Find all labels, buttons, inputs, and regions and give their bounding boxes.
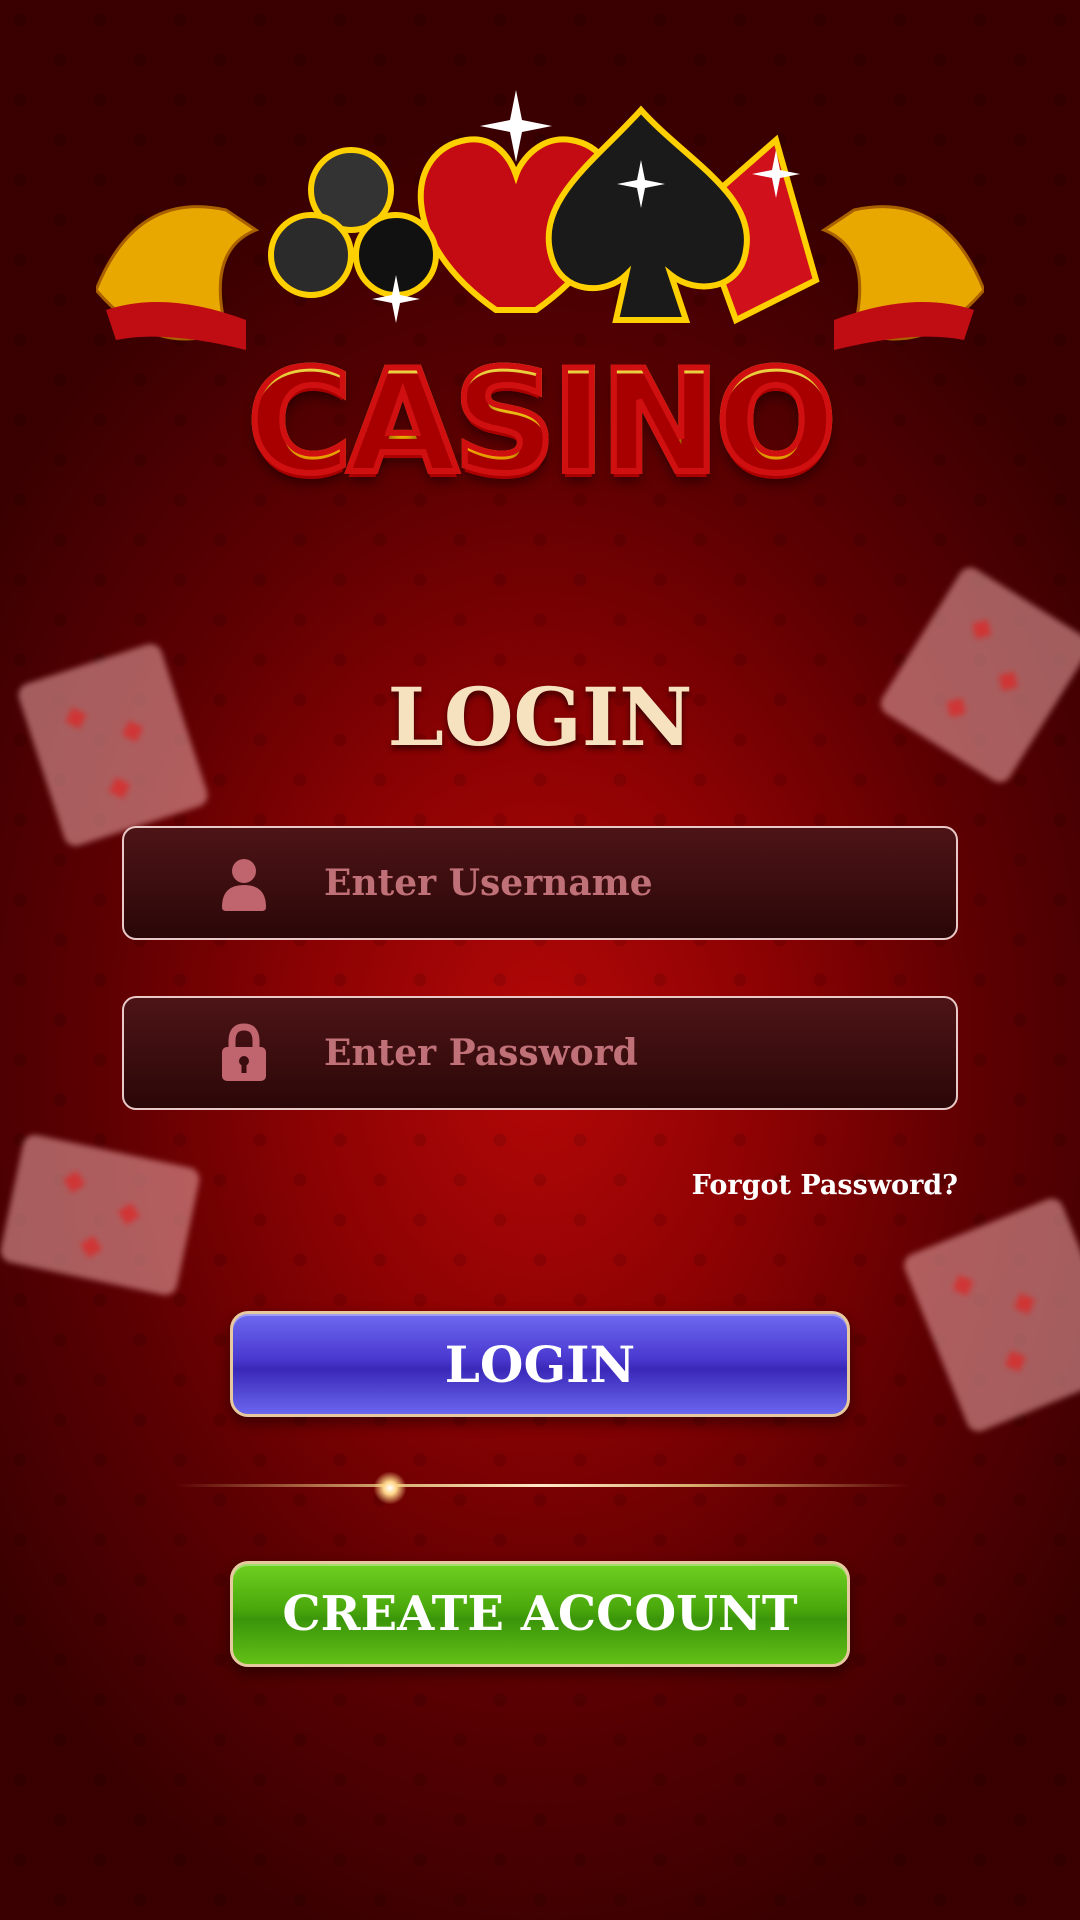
casino-logo: CASINO	[94, 80, 986, 508]
divider	[175, 1484, 910, 1487]
floating-card-decoration	[900, 1195, 1080, 1435]
username-field[interactable]	[122, 826, 958, 940]
create-account-button[interactable]: CREATE ACCOUNT	[230, 1561, 850, 1667]
password-input[interactable]	[324, 998, 956, 1108]
username-input[interactable]	[324, 828, 956, 938]
password-field[interactable]	[122, 996, 958, 1110]
page-title: LOGIN	[387, 670, 693, 764]
floating-card-decoration	[0, 1132, 202, 1298]
lock-icon	[222, 1023, 266, 1081]
forgot-password-link[interactable]: Forgot Password?	[692, 1170, 958, 1201]
user-icon	[222, 859, 266, 911]
casino-logo-text: CASINO	[96, 337, 984, 508]
divider-sparkle	[372, 1470, 408, 1506]
login-button[interactable]: LOGIN	[230, 1311, 850, 1417]
